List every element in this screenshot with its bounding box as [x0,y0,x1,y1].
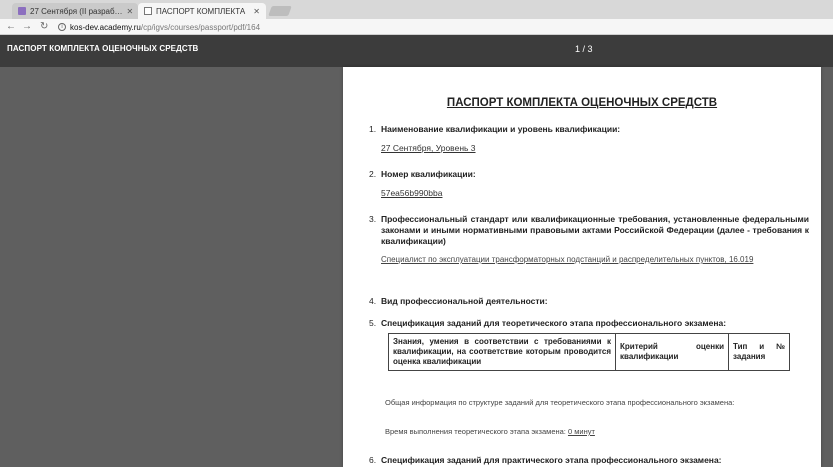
qualification-number-value: 57ea56b990bba [381,188,443,198]
section-2-heading: 2. Номер квалификации: [369,169,476,179]
url-field[interactable]: i kos-dev.academy.ru/cp/igvs/courses/pas… [58,21,260,33]
pdf-toolbar: ПАСПОРТ КОМПЛЕКТА ОЦЕНОЧНЫХ СРЕДСТВ 1 / … [0,35,833,67]
close-icon[interactable]: ✕ [127,7,134,16]
section-4-heading: 4. Вид профессиональной деятельности: [369,296,548,306]
qualification-name-value: 27 Сентября, Уровень 3 [381,143,476,153]
section-2-heading-text: Номер квалификации: [381,169,476,179]
section-5-heading-text: Спецификация заданий для теоретического … [381,318,727,328]
browser-tab-1-title: 27 Сентября (II разраб… [30,6,123,16]
section-5-heading: 5. Спецификация заданий для теоретическог… [369,318,726,328]
pdf-document-title: ПАСПОРТ КОМПЛЕКТА ОЦЕНОЧНЫХ СРЕДСТВ [7,44,199,53]
table-header-cell: Знания, умения в соответствии с требован… [388,333,616,371]
section-4-number: 4. [369,296,377,306]
section-1-heading-text: Наименование квалификации и уровень квал… [381,124,621,134]
section-6-number: 6. [369,455,377,465]
url-host: kos-dev.academy.ru [70,22,141,32]
section-1-heading: 1. Наименование квалификации и уровень кв… [369,124,620,134]
table-header-row: Знания, умения в соответствии с требован… [388,333,790,371]
forward-arrow-icon[interactable]: → [22,20,32,34]
section-3-number: 3. [369,214,377,224]
browser-tab-2[interactable]: ПАСПОРТ КОМПЛЕКТА ✕ [138,3,266,19]
site-info-icon[interactable]: i [58,23,66,31]
section-1-number: 1. [369,124,377,134]
new-tab-button[interactable] [268,6,292,16]
browser-tab-2-title: ПАСПОРТ КОМПЛЕКТА [156,6,246,16]
theory-time-value: 0 минут [567,427,595,436]
theory-spec-table: Знания, умения в соответствии с требован… [388,333,790,371]
close-icon[interactable]: ✕ [253,7,260,16]
section-6-heading-text: Спецификация заданий для практического э… [381,455,722,465]
site-favicon-icon [18,7,26,15]
theory-time-label: Время выполнения теоретического этапа эк… [385,427,568,436]
section-5-number: 5. [369,318,377,328]
page-indicator: 1 / 3 [575,44,593,54]
section-6-heading: 6. Спецификация заданий для практического… [369,455,722,465]
section-3-heading: Профессиональный стандарт или квалификац… [381,214,809,246]
pdf-page: ПАСПОРТ КОМПЛЕКТА ОЦЕНОЧНЫХ СРЕДСТВ 1. На… [343,67,821,467]
section-2-number: 2. [369,169,377,179]
section-4-heading-text: Вид профессиональной деятельности: [381,296,548,306]
reload-icon[interactable]: ↻ [40,20,48,34]
url-path: /cp/igvs/courses/passport/pdf/164 [140,22,261,32]
theory-time: Время выполнения теоретического этапа эк… [385,427,595,436]
browser-tab-1[interactable]: 27 Сентября (II разраб… ✕ [12,3,138,19]
back-arrow-icon[interactable]: ← [6,20,16,34]
table-header-cell: Критерий оценки квалификации [615,333,729,371]
address-bar: ← → ↻ i kos-dev.academy.ru/cp/igvs/cours… [0,19,833,35]
document-title: ПАСПОРТ КОМПЛЕКТА ОЦЕНОЧНЫХ СРЕДСТВ [446,97,718,109]
theory-structure-note: Общая информация по структуре заданий дл… [385,398,735,407]
table-header-cell: Тип и № задания [728,333,790,371]
document-favicon-icon [144,7,152,15]
browser-tab-strip: 27 Сентября (II разраб… ✕ ПАСПОРТ КОМПЛЕ… [0,0,833,19]
professional-standard-value: Специалист по эксплуатации трансформатор… [381,255,754,264]
